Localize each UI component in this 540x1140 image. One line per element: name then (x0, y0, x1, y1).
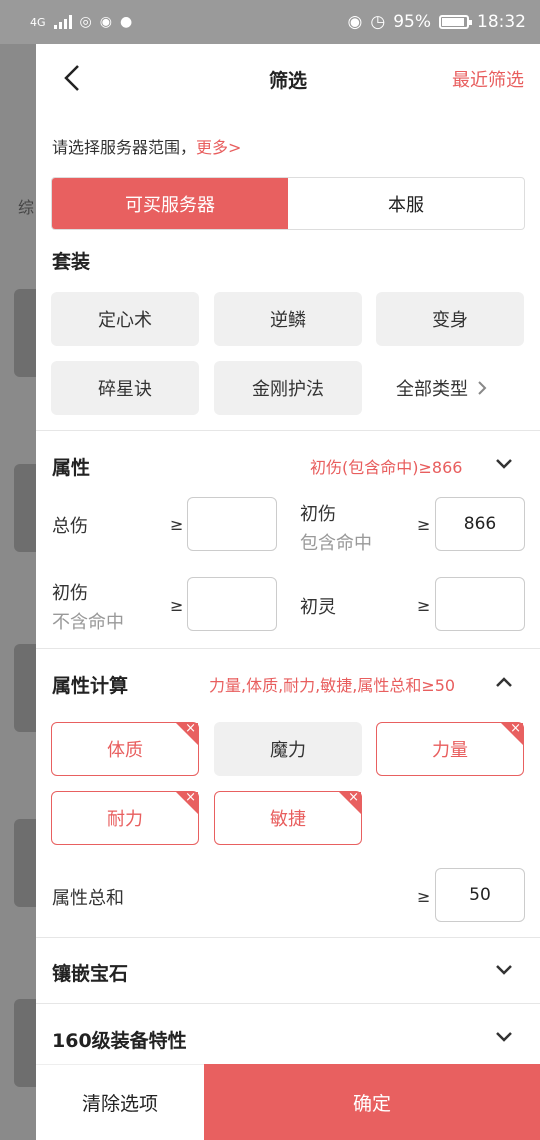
confirm-button[interactable]: 确定 (204, 1064, 540, 1140)
calc-chip-selected[interactable]: 敏捷 × (214, 791, 362, 845)
initial-damage-no-hit-input[interactable] (187, 577, 277, 631)
app-notify-icon-2: ● (119, 14, 133, 30)
calc-chip-selected[interactable]: 力量 × (376, 722, 524, 776)
suit-chip[interactable]: 碎星诀 (51, 361, 199, 415)
calc-chip-label: 力量 (432, 740, 468, 761)
suit-chip[interactable]: 金刚护法 (214, 361, 362, 415)
suit-chip[interactable]: 变身 (376, 292, 524, 346)
gte-symbol: ≥ (417, 515, 431, 534)
attribute-total-input[interactable]: 50 (435, 868, 525, 922)
gte-symbol: ≥ (170, 515, 184, 534)
divider (36, 1003, 540, 1004)
suit-chip[interactable]: 定心术 (51, 292, 199, 346)
nav-bar: 筛选 最近筛选 (36, 44, 540, 112)
calc-section-title: 属性计算 (52, 675, 129, 697)
calc-chip-selected[interactable]: 耐力 × (51, 791, 199, 845)
includes-hit-note: 包含命中 (300, 533, 372, 554)
remove-icon[interactable]: × (501, 723, 523, 745)
calc-summary: 力量,体质,耐力,敏捷,属性总和≥50 (209, 676, 456, 695)
total-damage-input[interactable] (187, 497, 277, 551)
all-types-link[interactable]: 全部类型 (396, 361, 490, 415)
clear-options-button[interactable]: 清除选项 (36, 1064, 204, 1140)
background-thumbnail (14, 644, 36, 732)
chevron-down-icon[interactable] (494, 963, 514, 977)
chevron-up-icon[interactable] (494, 675, 514, 689)
gte-symbol: ≥ (417, 887, 431, 906)
background-tab: 综 (18, 198, 35, 217)
attributes-section-title: 属性 (52, 457, 91, 479)
initial-spirit-label: 初灵 (300, 597, 336, 618)
remove-icon[interactable]: × (176, 723, 198, 745)
divider (36, 430, 540, 431)
gte-symbol: ≥ (417, 596, 431, 615)
alarm-icon: ◷ (370, 12, 386, 32)
background-thumbnail (14, 464, 36, 552)
total-damage-label: 总伤 (52, 516, 88, 537)
chevron-right-icon (478, 381, 487, 395)
calc-chip-label: 魔力 (270, 740, 306, 761)
background-thumbnail (14, 999, 36, 1087)
initial-spirit-input[interactable] (435, 577, 525, 631)
initial-damage-label: 初伤 (52, 583, 88, 604)
segment-this-server[interactable]: 本服 (288, 178, 524, 229)
calc-chip[interactable]: 魔力 (214, 722, 362, 776)
chevron-down-icon[interactable] (494, 1030, 514, 1044)
gem-section-title: 镶嵌宝石 (52, 963, 129, 985)
all-types-label: 全部类型 (396, 379, 468, 400)
more-servers-link[interactable]: 更多> (196, 138, 241, 157)
eye-comfort-icon: ◉ (347, 12, 363, 32)
app-notify-icon: ◉ (99, 14, 112, 30)
status-bar: 4G ◎ ◉ ● ◉ ◷ 95% 18:32 (0, 0, 540, 44)
suit-section-title: 套装 (52, 251, 91, 273)
hotspot-icon: ◎ (79, 14, 92, 30)
feature-section-title: 160级装备特性 (52, 1030, 187, 1052)
signal-icon (53, 15, 72, 29)
battery-icon (439, 15, 472, 29)
filter-panel: 筛选 最近筛选 请选择服务器范围，更多> 可买服务器 本服 套装 定心术 逆鳞 … (36, 44, 540, 1140)
footer-bar: 清除选项 确定 (36, 1064, 540, 1140)
attribute-total-label: 属性总和 (52, 888, 124, 909)
calc-chip-selected[interactable]: 体质 × (51, 722, 199, 776)
server-range-hint: 请选择服务器范围，更多> (52, 134, 241, 158)
excludes-hit-note: 不含命中 (52, 612, 124, 633)
battery-percent: 95% (393, 12, 431, 32)
divider (36, 648, 540, 649)
initial-damage-label: 初伤 (300, 504, 336, 525)
background-thumbnail (14, 819, 36, 907)
remove-icon[interactable]: × (176, 792, 198, 814)
recent-filters-link[interactable]: 最近筛选 (452, 66, 524, 92)
calc-chip-label: 体质 (107, 740, 143, 761)
divider (36, 937, 540, 938)
network-type: 4G (30, 15, 46, 29)
clock: 18:32 (477, 12, 526, 32)
suit-chip[interactable]: 逆鳞 (214, 292, 362, 346)
server-segmented-control: 可买服务器 本服 (51, 177, 525, 230)
server-range-hint-text: 请选择服务器范围， (52, 138, 197, 157)
segment-buyable-servers[interactable]: 可买服务器 (52, 178, 288, 229)
background-thumbnail (14, 289, 36, 377)
gte-symbol: ≥ (170, 596, 184, 615)
chevron-down-icon[interactable] (494, 457, 514, 471)
remove-icon[interactable]: × (339, 792, 361, 814)
initial-damage-with-hit-input[interactable]: 866 (435, 497, 525, 551)
calc-chip-label: 敏捷 (270, 809, 306, 830)
background-page: 综 (0, 44, 36, 1140)
calc-chip-label: 耐力 (107, 809, 143, 830)
attributes-summary: 初伤(包含命中)≥866 (310, 458, 463, 477)
